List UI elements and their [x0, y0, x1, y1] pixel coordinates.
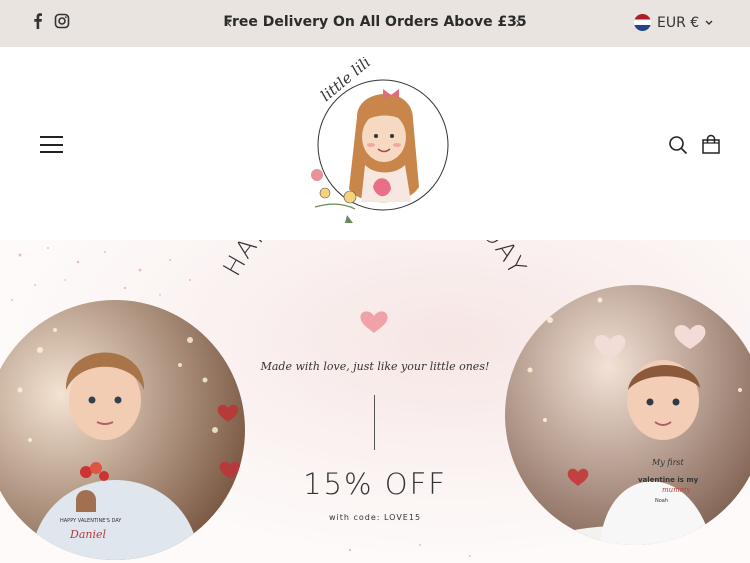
- announcement-bar: ‹ Free Delivery On All Orders Above £35 …: [0, 0, 750, 47]
- site-header: little lili: [0, 47, 750, 240]
- currency-label: EUR €: [657, 14, 700, 31]
- divider-line: [374, 395, 375, 450]
- heart-icon: [360, 311, 388, 333]
- chevron-down-icon: [705, 20, 713, 25]
- search-icon[interactable]: [668, 135, 688, 155]
- hero-tagline: Made with love, just like your little on…: [260, 360, 490, 373]
- left-shirt-name: Daniel: [69, 528, 106, 541]
- svg-text:little lili: little lili: [317, 57, 374, 105]
- hero-banner[interactable]: HAPPY VALENTINE'S DAY Daniel My first va…: [0, 240, 750, 563]
- discount-code: with code: LOVE15: [328, 513, 422, 522]
- hamburger-menu-icon[interactable]: [40, 136, 63, 153]
- hero-headline: HAPPY VALANTINES DAY: [217, 240, 533, 281]
- brand-logo[interactable]: little lili: [295, 53, 455, 227]
- shopping-bag-icon[interactable]: [701, 134, 721, 154]
- netherlands-flag-icon: [634, 14, 651, 31]
- hero-offer: 15% OFF: [303, 467, 447, 501]
- currency-selector[interactable]: EUR €: [634, 14, 713, 31]
- boy-photo: HAPPY VALENTINE'S DAY Daniel: [0, 300, 245, 560]
- right-shirt-line1: My first: [651, 458, 685, 467]
- announcement-next-arrow[interactable]: ›: [515, 13, 521, 32]
